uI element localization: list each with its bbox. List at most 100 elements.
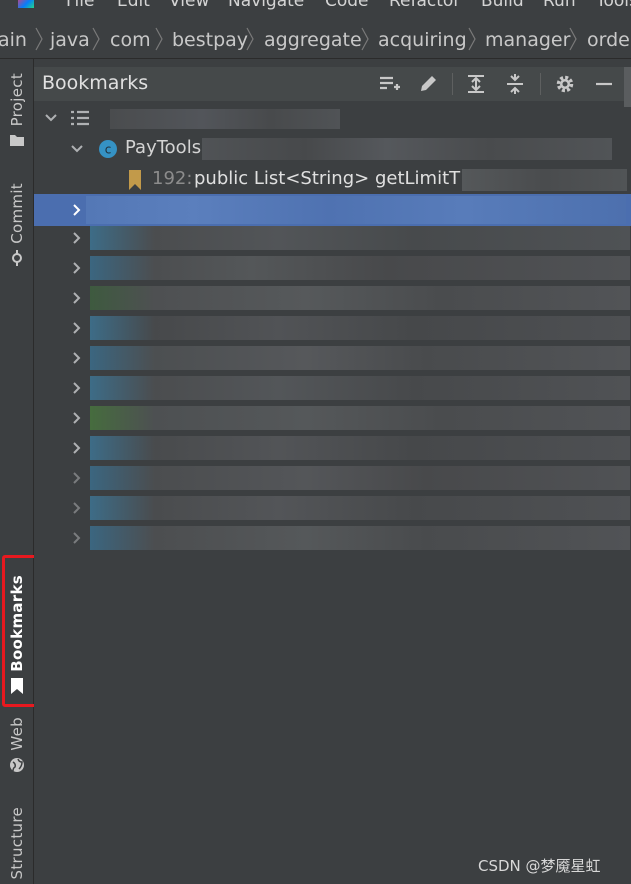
breadcrumb-item[interactable]: manager (485, 29, 570, 51)
breadcrumb-item[interactable]: com (110, 29, 151, 51)
class-icon-letter: c (105, 143, 112, 157)
redacted-text (90, 346, 630, 370)
chevron-right-icon[interactable] (70, 291, 84, 305)
breadcrumb-separator-icon (360, 26, 370, 52)
add-list-icon[interactable] (377, 71, 403, 97)
redacted-text (110, 109, 340, 129)
tree-row[interactable] (34, 253, 631, 283)
ide-logo-icon (18, 0, 34, 8)
structure-tool-button[interactable]: Structure (0, 807, 33, 879)
collapse-all-icon[interactable] (502, 71, 528, 97)
tree-row-selected[interactable] (34, 194, 631, 226)
web-tool-label: Web (7, 717, 26, 751)
tree-row-root[interactable] (34, 103, 631, 133)
menu-build[interactable]: Build (481, 0, 524, 11)
chevron-right-icon[interactable] (70, 501, 84, 515)
tree-row-bookmark[interactable]: 192: public List<String> getLimitT (34, 165, 631, 195)
menu-code[interactable]: Code (325, 0, 369, 11)
menu-refactor[interactable]: Refactor (389, 0, 460, 11)
breadcrumb-separator-icon (34, 26, 44, 52)
redacted-text (202, 138, 612, 160)
breadcrumb: ain java com bestpay aggregate acquiring… (0, 24, 631, 59)
menu-tools[interactable]: Tools (596, 0, 631, 11)
project-tool-button[interactable]: Project (0, 73, 33, 151)
class-icon: c (99, 140, 117, 158)
tree-row[interactable] (34, 403, 631, 433)
redacted-text (90, 376, 630, 400)
chevron-right-icon[interactable] (70, 231, 84, 245)
minimize-icon[interactable] (591, 71, 617, 97)
project-tool-label: Project (7, 73, 26, 127)
tree-row[interactable] (34, 433, 631, 463)
redacted-text (90, 406, 630, 430)
web-tool-button[interactable]: Web (0, 717, 33, 777)
expand-all-icon[interactable] (463, 71, 489, 97)
chevron-right-icon[interactable] (70, 261, 84, 275)
chevron-down-icon[interactable] (44, 111, 58, 125)
menu-edit[interactable]: Edit (117, 0, 150, 11)
breadcrumb-separator-icon (154, 26, 164, 52)
breadcrumb-item[interactable]: java (50, 29, 90, 51)
folder-icon (9, 132, 25, 151)
bookmark-text: public List<String> getLimitT (194, 168, 461, 189)
commit-tool-button[interactable]: Commit (0, 183, 33, 270)
tree-row[interactable] (34, 373, 631, 403)
panel-title: Bookmarks (42, 72, 149, 94)
tree-row[interactable] (34, 463, 631, 493)
breadcrumb-item[interactable]: bestpay (172, 29, 248, 51)
breadcrumb-separator-icon (91, 26, 101, 52)
list-icon (71, 110, 89, 126)
breadcrumb-separator-icon (245, 26, 255, 52)
menu-bar: File Edit View Navigate Code Refactor Bu… (0, 0, 631, 12)
breadcrumb-item[interactable]: ain (0, 29, 27, 51)
breadcrumb-separator-icon (467, 26, 477, 52)
bookmark-icon (129, 170, 141, 190)
chevron-right-icon[interactable] (70, 471, 84, 485)
redacted-text (90, 496, 630, 520)
tree-row[interactable] (34, 223, 631, 253)
breadcrumb-separator-icon (568, 26, 578, 52)
toolbar-divider (540, 73, 541, 95)
breadcrumb-item[interactable]: aggregate (264, 29, 362, 51)
panel-header: Bookmarks (34, 67, 624, 101)
tree-row-class[interactable]: c PayToolsC (34, 134, 631, 164)
tree-row[interactable] (34, 343, 631, 373)
structure-tool-label: Structure (7, 807, 26, 880)
edit-icon[interactable] (415, 71, 441, 97)
chevron-right-icon[interactable] (70, 531, 84, 545)
redacted-text (90, 436, 630, 460)
redacted-text (90, 226, 630, 250)
tree-row[interactable] (34, 493, 631, 523)
tree-row[interactable] (34, 283, 631, 313)
chevron-right-icon[interactable] (70, 441, 84, 455)
redacted-text (462, 169, 627, 191)
menu-view[interactable]: View (169, 0, 209, 11)
toolbar-divider (452, 73, 453, 95)
menu-file[interactable]: File (66, 0, 94, 11)
gear-icon[interactable] (552, 71, 578, 97)
class-name: PayToolsC (125, 137, 214, 158)
scrollbar[interactable] (624, 67, 631, 107)
chevron-right-icon[interactable] (70, 381, 84, 395)
breadcrumb-item[interactable]: acquiring (378, 29, 467, 51)
watermark: CSDN @梦魇星虹 (478, 857, 601, 875)
menu-run[interactable]: Run (543, 0, 576, 11)
bookmarks-panel: Bookmarks c PayToolsC 192: public List<S… (34, 59, 631, 884)
menu-navigate[interactable]: Navigate (228, 0, 304, 11)
redacted-text (90, 256, 630, 280)
chevron-down-icon[interactable] (70, 142, 84, 156)
breadcrumb-item[interactable]: orde (587, 29, 630, 51)
redacted-text (90, 286, 630, 310)
redacted-text (90, 316, 630, 340)
redacted-text (90, 466, 630, 490)
redacted-text (90, 526, 630, 550)
bookmark-line-number: 192: (152, 168, 193, 189)
tool-window-stripe: Project Commit Bookmarks Web Structure (0, 59, 34, 884)
chevron-right-icon[interactable] (70, 411, 84, 425)
tree-row[interactable] (34, 313, 631, 343)
chevron-right-icon[interactable] (70, 203, 84, 217)
chevron-right-icon[interactable] (70, 351, 84, 365)
commit-tool-label: Commit (7, 183, 26, 244)
chevron-right-icon[interactable] (70, 321, 84, 335)
tree-row[interactable] (34, 523, 631, 553)
